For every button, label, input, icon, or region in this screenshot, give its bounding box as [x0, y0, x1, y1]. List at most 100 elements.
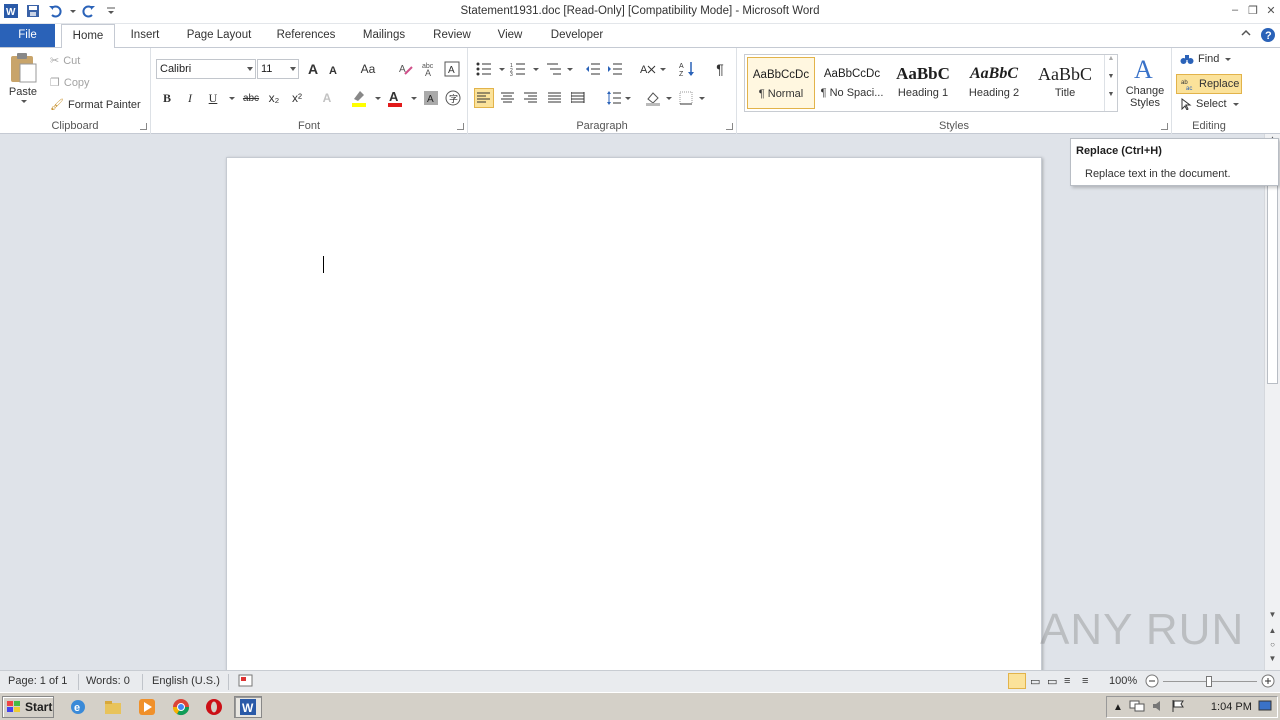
language-indicator[interactable]: English (U.S.): [152, 675, 220, 687]
zoom-out-icon[interactable]: [1145, 674, 1159, 691]
tab-page-layout[interactable]: Page Layout: [180, 24, 258, 47]
enclose-characters-icon[interactable]: 字: [443, 88, 463, 108]
paste-dropdown-icon[interactable]: [21, 100, 27, 103]
gallery-up-icon[interactable]: ▲: [1105, 55, 1117, 73]
replace-button[interactable]: ab ac Replace: [1176, 74, 1242, 94]
style-heading-1[interactable]: AaBbC Heading 1: [889, 57, 957, 109]
network-icon[interactable]: [1129, 699, 1145, 716]
media-player-icon[interactable]: [133, 696, 161, 718]
print-layout-view-icon[interactable]: [1008, 673, 1026, 689]
tab-home[interactable]: Home: [61, 24, 115, 48]
style-heading-2[interactable]: AaBbC Heading 2: [960, 57, 1028, 109]
outline-view-icon[interactable]: ≡: [1064, 675, 1070, 687]
clipboard-launcher-icon[interactable]: [140, 123, 147, 130]
macro-recording-icon[interactable]: [238, 674, 254, 691]
chrome-icon[interactable]: [167, 696, 195, 718]
tab-references[interactable]: References: [270, 24, 342, 47]
shading-icon[interactable]: [643, 88, 663, 108]
change-styles-button[interactable]: A Change Styles: [1122, 54, 1168, 109]
style-no-spacing[interactable]: AaBbCcDc ¶ No Spaci...: [818, 57, 886, 109]
font-family-dropdown-icon[interactable]: [247, 67, 253, 71]
tab-view[interactable]: View: [490, 24, 530, 47]
numbering-dropdown-icon[interactable]: [533, 68, 539, 71]
full-screen-reading-icon[interactable]: ▭: [1030, 675, 1040, 688]
show-desktop-icon[interactable]: [1258, 699, 1272, 716]
highlight-dropdown-icon[interactable]: [375, 97, 381, 100]
gallery-down-icon[interactable]: ▼: [1105, 73, 1117, 91]
previous-page-icon[interactable]: ▲: [1265, 626, 1280, 635]
strikethrough-button[interactable]: abc: [239, 88, 263, 108]
paragraph-launcher-icon[interactable]: [726, 123, 733, 130]
select-dropdown-icon[interactable]: [1232, 102, 1239, 106]
borders-dropdown-icon[interactable]: [699, 97, 705, 100]
show-formatting-button[interactable]: ¶: [710, 59, 730, 79]
clock[interactable]: 1:04 PM: [1211, 701, 1252, 713]
line-spacing-icon[interactable]: [604, 88, 624, 108]
increase-indent-icon[interactable]: [605, 59, 625, 79]
sort-icon[interactable]: AZ: [677, 59, 697, 79]
clear-formatting-icon[interactable]: A: [396, 59, 416, 79]
font-launcher-icon[interactable]: [457, 123, 464, 130]
subscript-button[interactable]: x₂: [264, 88, 284, 108]
shrink-font-button[interactable]: A: [323, 61, 343, 81]
tab-file[interactable]: File: [0, 24, 55, 47]
font-size-dropdown-icon[interactable]: [290, 67, 296, 71]
restore-icon[interactable]: ❐: [1244, 0, 1262, 20]
font-size-combo[interactable]: 11: [257, 59, 299, 79]
asian-layout-dropdown-icon[interactable]: [660, 68, 666, 71]
select-button[interactable]: Select: [1180, 98, 1239, 110]
document-page[interactable]: [226, 157, 1042, 670]
multilevel-list-icon[interactable]: [544, 59, 564, 79]
bold-button[interactable]: B: [157, 88, 177, 108]
justify-icon[interactable]: [545, 88, 565, 108]
shading-dropdown-icon[interactable]: [666, 97, 672, 100]
italic-button[interactable]: I: [180, 88, 200, 108]
style-title[interactable]: AaBbC Title: [1031, 57, 1099, 109]
character-border-icon[interactable]: A: [442, 59, 462, 79]
opera-icon[interactable]: [200, 696, 228, 718]
minimize-ribbon-icon[interactable]: [1240, 27, 1252, 42]
font-color-dropdown-icon[interactable]: [411, 97, 417, 100]
action-center-flag-icon[interactable]: [1171, 699, 1185, 716]
help-icon[interactable]: ?: [1260, 27, 1276, 46]
align-center-icon[interactable]: [498, 88, 518, 108]
word-count[interactable]: Words: 0: [86, 675, 130, 687]
character-shading-icon[interactable]: A: [421, 88, 441, 108]
asian-layout-icon[interactable]: A: [638, 59, 658, 79]
close-icon[interactable]: ✕: [1262, 0, 1280, 20]
paste-button[interactable]: Paste: [8, 52, 38, 103]
line-spacing-dropdown-icon[interactable]: [625, 97, 631, 100]
decrease-indent-icon[interactable]: [583, 59, 603, 79]
show-hidden-icons-icon[interactable]: ▲: [1113, 702, 1123, 713]
borders-icon[interactable]: [676, 88, 696, 108]
find-dropdown-icon[interactable]: [1225, 57, 1232, 61]
next-page-icon[interactable]: ▼: [1265, 654, 1280, 663]
scroll-thumb[interactable]: [1267, 174, 1278, 384]
find-button[interactable]: Find: [1180, 53, 1232, 65]
grow-font-button[interactable]: A: [303, 59, 323, 79]
word-taskbar-icon[interactable]: W: [234, 696, 262, 718]
zoom-level[interactable]: 100%: [1109, 675, 1137, 687]
underline-button[interactable]: U: [203, 88, 223, 108]
superscript-button[interactable]: x²: [287, 88, 307, 108]
underline-dropdown-icon[interactable]: [229, 97, 235, 100]
cut-button[interactable]: ✂ Cut: [50, 54, 80, 68]
multilevel-dropdown-icon[interactable]: [567, 68, 573, 71]
tab-mailings[interactable]: Mailings: [354, 24, 414, 47]
align-right-icon[interactable]: [521, 88, 541, 108]
select-browse-object-icon[interactable]: ○: [1265, 640, 1280, 649]
scroll-down-icon[interactable]: ▼: [1265, 610, 1280, 619]
bullets-icon[interactable]: [474, 59, 494, 79]
start-button[interactable]: Start: [2, 696, 54, 718]
style-normal[interactable]: AaBbCcDc ¶ Normal: [747, 57, 815, 109]
tab-developer[interactable]: Developer: [542, 24, 612, 47]
gallery-more-icon[interactable]: ▼: [1105, 91, 1117, 109]
copy-button[interactable]: ❐ Copy: [50, 76, 90, 90]
minimize-icon[interactable]: –: [1226, 0, 1244, 20]
font-color-icon[interactable]: A: [385, 88, 405, 108]
volume-icon[interactable]: [1151, 699, 1165, 716]
tab-insert[interactable]: Insert: [121, 24, 169, 47]
text-effects-icon[interactable]: A: [317, 88, 337, 108]
highlight-color-icon[interactable]: [349, 88, 369, 108]
file-explorer-icon[interactable]: [99, 696, 127, 718]
